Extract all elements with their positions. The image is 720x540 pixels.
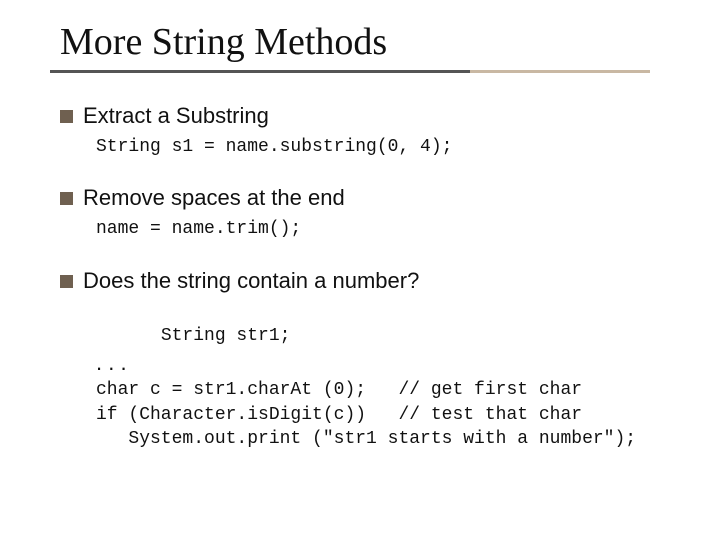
square-bullet-icon: [60, 192, 73, 205]
code-line: System.out.print ("str1 starts with a nu…: [96, 429, 636, 449]
bullet-item: Remove spaces at the end: [60, 185, 680, 211]
square-bullet-icon: [60, 110, 73, 123]
code-block: String str1; . . . char c = str1.charAt …: [96, 300, 680, 452]
code-line: char c = str1.charAt (0); // get first c…: [96, 380, 582, 400]
code-block: String s1 = name.substring(0, 4);: [96, 135, 680, 159]
bullet-item: Extract a Substring: [60, 103, 680, 129]
bullet-text: Remove spaces at the end: [83, 185, 345, 211]
bullet-text: Does the string contain a number?: [83, 268, 419, 294]
bullet-text: Extract a Substring: [83, 103, 269, 129]
slide-content: Extract a Substring String s1 = name.sub…: [60, 103, 680, 451]
code-block: name = name.trim();: [96, 217, 680, 241]
code-line: if (Character.isDigit(c)) // test that c…: [96, 405, 582, 425]
ellipsis: . . .: [96, 350, 127, 375]
code-line: String str1;: [161, 326, 291, 346]
bullet-item: Does the string contain a number?: [60, 268, 680, 294]
slide-title: More String Methods: [60, 20, 387, 64]
title-underline: [50, 70, 650, 73]
square-bullet-icon: [60, 275, 73, 288]
